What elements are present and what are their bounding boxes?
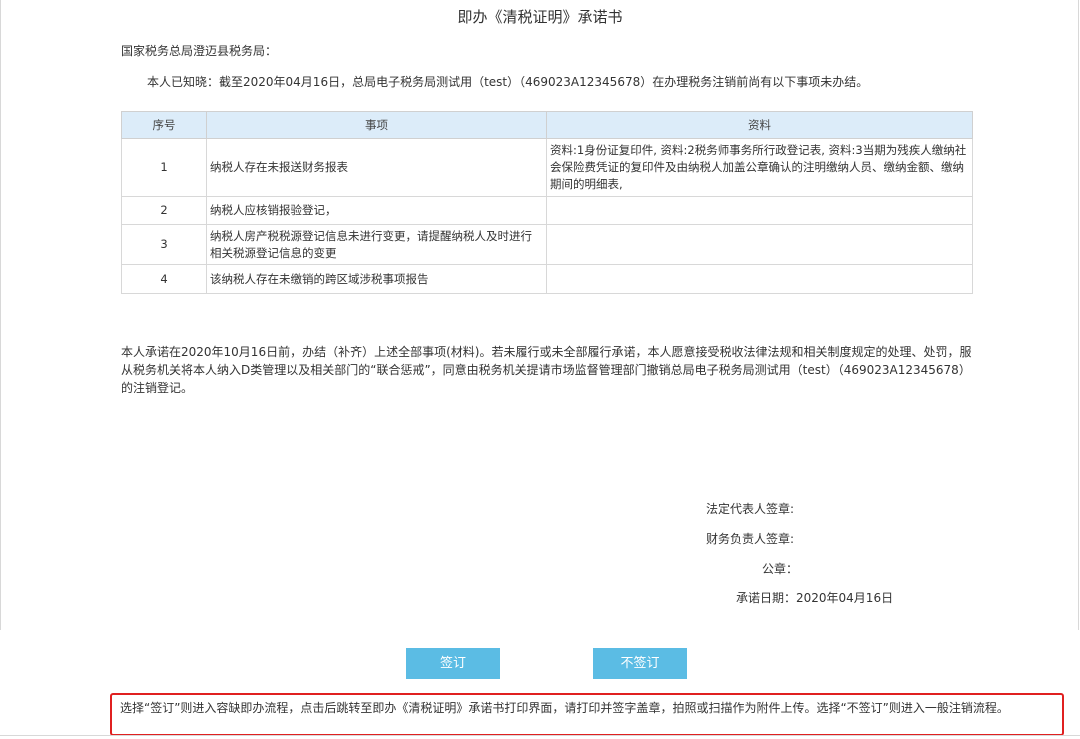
- row-material: 资料:1身份证复印件, 资料:2税务师事务所行政登记表, 资料:3当期为残疾人缴…: [546, 138, 973, 197]
- commitment-text: 本人承诺在2020年10月16日前，办结（补齐）上述全部事项(材料)。若未履行或…: [121, 345, 972, 395]
- document-title: 即办《清税证明》承诺书: [457, 8, 623, 26]
- row-item: 纳税人房产税税源登记信息未进行变更，请提醒纳税人及时进行相关税源登记信息的变更: [206, 224, 547, 265]
- row-number: 1: [121, 138, 207, 197]
- table-row: 4 该纳税人存在未缴销的跨区域涉税事项报告: [121, 264, 973, 294]
- table-row: 1 纳税人存在未报送财务报表 资料:1身份证复印件, 资料:2税务师事务所行政登…: [121, 138, 973, 197]
- row-material: [546, 224, 973, 265]
- row-item: 该纳税人存在未缴销的跨区域涉税事项报告: [206, 264, 547, 294]
- row-number: 4: [121, 264, 207, 294]
- document-frame: [0, 0, 1079, 630]
- divider: [0, 735, 1080, 736]
- row-item: 纳税人应核销报验登记，: [206, 196, 547, 225]
- row-number: 3: [121, 224, 207, 265]
- header-material: 资料: [546, 111, 973, 139]
- finance-head-signature: 财务负责人签章:: [706, 532, 795, 546]
- official-seal: 公章：: [762, 562, 799, 576]
- row-material: [546, 196, 973, 225]
- table-header-row: 序号 事项 资料: [121, 111, 973, 139]
- instruction-hint: 选择“签订”则进入容缺即办流程，点击后跳转至即办《清税证明》承诺书打印界面，请打…: [110, 693, 1064, 736]
- table-row: 3 纳税人房产税税源登记信息未进行变更，请提醒纳税人及时进行相关税源登记信息的变…: [121, 224, 973, 265]
- page: 即办《清税证明》承诺书 国家税务总局澄迈县税务局： 本人已知晓：截至2020年0…: [0, 0, 1080, 739]
- not-sign-button[interactable]: 不签订: [593, 648, 687, 679]
- legal-representative-signature: 法定代表人签章:: [706, 502, 795, 516]
- row-item: 纳税人存在未报送财务报表: [206, 138, 547, 197]
- pending-items-table: 序号 事项 资料 1 纳税人存在未报送财务报表 资料:1身份证复印件, 资料:2…: [121, 111, 973, 294]
- header-item: 事项: [206, 111, 547, 139]
- row-material: [546, 264, 973, 294]
- table-row: 2 纳税人应核销报验登记，: [121, 196, 973, 225]
- notice-text: 本人已知晓：截至2020年04月16日，总局电子税务局测试用（test）（469…: [147, 75, 869, 89]
- row-number: 2: [121, 196, 207, 225]
- header-serial: 序号: [121, 111, 207, 139]
- addressee: 国家税务总局澄迈县税务局：: [121, 44, 278, 58]
- sign-button[interactable]: 签订: [406, 648, 500, 679]
- commitment-date: 承诺日期：2020年04月16日: [736, 591, 894, 605]
